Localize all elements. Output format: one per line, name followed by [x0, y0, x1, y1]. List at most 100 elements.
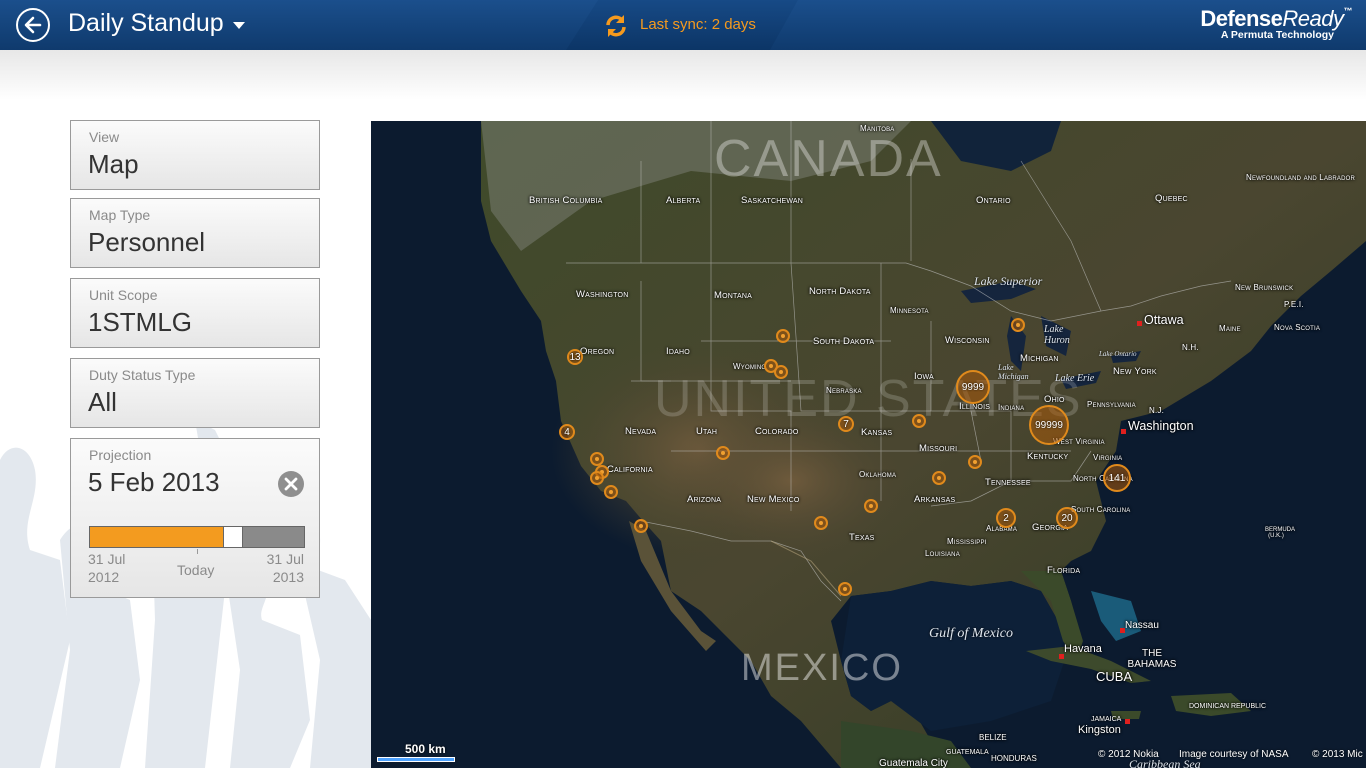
timeline-slider-handle[interactable] — [223, 527, 243, 547]
map-location-marker[interactable] — [634, 519, 648, 533]
map-label-maine: Maine — [1219, 324, 1241, 333]
map-location-marker[interactable] — [912, 414, 926, 428]
timeline-elapsed-fill — [90, 527, 223, 547]
map-label-honduras: HONDURAS — [991, 754, 1037, 763]
map-label-ottawa: Ottawa — [1144, 313, 1184, 327]
back-button[interactable] — [16, 8, 50, 42]
timeline-start-label: 31 Jul 2012 — [88, 550, 125, 586]
duty-status-type-selector[interactable]: Duty Status Type All — [70, 358, 320, 428]
map-label-nassau: Nassau — [1125, 620, 1159, 631]
brand-logo: DefenseReady™ A Permuta Technology — [1200, 6, 1352, 41]
map-cluster-marker[interactable]: 2 — [996, 508, 1016, 528]
map-cluster-marker[interactable]: 13 — [567, 349, 583, 365]
view-value: Map — [88, 149, 139, 179]
projection-timeline-slider[interactable] — [89, 526, 305, 548]
map-location-marker[interactable] — [968, 455, 982, 469]
projection-label: Projection — [89, 447, 152, 463]
map-label-havana: Havana — [1064, 643, 1102, 655]
map-label-nebraska: Nebraska — [826, 386, 862, 395]
map-location-marker[interactable] — [814, 516, 828, 530]
brand-subtitle: A Permuta Technology — [1220, 29, 1334, 41]
map-label-lake-michigan: Lake Michigan — [998, 363, 1029, 381]
duty-status-type-value: All — [88, 387, 117, 417]
timeline-today-label: Today — [177, 562, 215, 578]
map-label-florida: Florida — [1047, 565, 1081, 576]
map-location-marker[interactable] — [590, 452, 604, 466]
map-label-texas: Texas — [849, 532, 875, 543]
projection-date[interactable]: 5 Feb 2013 — [88, 467, 220, 498]
view-selector[interactable]: View Map — [70, 120, 320, 190]
map-label-nova-scotia: Nova Scotia — [1274, 323, 1321, 332]
map-label-minnesota: Minnesota — [890, 306, 929, 315]
map-label-jamaica: JAMAICA — [1091, 716, 1122, 723]
map-cluster-marker[interactable]: 20 — [1056, 507, 1078, 529]
map-label-washington: Washington — [576, 289, 629, 300]
map-cluster-marker[interactable]: 9999 — [956, 370, 990, 404]
chevron-down-icon[interactable] — [233, 22, 245, 29]
map-label-new-mexico: New Mexico — [747, 494, 800, 505]
map-label-south-carolina: South Carolina — [1071, 505, 1131, 514]
cluster-count: 2 — [1003, 512, 1009, 524]
map-label-gulf-of-mexico: Gulf of Mexico — [929, 626, 1013, 641]
last-sync-status: Last sync: 2 days — [640, 16, 756, 33]
map-label-wisconsin: Wisconsin — [945, 335, 990, 346]
map-label-tennessee: Tennessee — [985, 477, 1031, 488]
view-label: View — [89, 129, 120, 145]
scale-bar — [377, 757, 455, 762]
timeline-start-year: 2012 — [88, 569, 120, 585]
today-tick — [197, 549, 198, 554]
map-label-lake-erie: Lake Erie — [1055, 373, 1095, 384]
map-label-ohio: Ohio — [1044, 394, 1065, 405]
map-location-marker[interactable] — [774, 365, 788, 379]
map-cluster-marker[interactable]: 99999 — [1029, 405, 1069, 445]
map-label-bahamas: THE BAHAMAS — [1127, 648, 1177, 670]
map-label-pennsylvania: Pennsylvania — [1087, 400, 1136, 409]
city-marker-kingston — [1125, 719, 1130, 724]
map-type-selector[interactable]: Map Type Personnel — [70, 198, 320, 268]
personnel-map[interactable]: CANADA UNITED STATES MEXICO Manitoba Bri… — [371, 121, 1366, 768]
map-label-utah: Utah — [696, 426, 718, 437]
map-label-manitoba: Manitoba — [860, 124, 895, 133]
map-label-british-columbia: British Columbia — [529, 195, 603, 206]
cluster-count: 9999 — [961, 381, 985, 393]
map-type-value: Personnel — [88, 227, 206, 257]
map-label-mississippi: Mississippi — [947, 537, 987, 546]
map-location-marker[interactable] — [776, 329, 790, 343]
map-label-newfoundland: Newfoundland and Labrador — [1246, 173, 1356, 182]
page-title[interactable]: Daily Standup — [68, 9, 224, 38]
timeline-end-label: 31 Jul 2013 — [266, 550, 304, 586]
map-label-idaho: Idaho — [666, 346, 690, 357]
unit-scope-selector[interactable]: Unit Scope 1STMLG — [70, 278, 320, 348]
map-cluster-marker[interactable]: 141 — [1103, 464, 1131, 492]
brand-trademark: ™ — [1343, 6, 1353, 16]
map-location-marker[interactable] — [716, 446, 730, 460]
copyright-microsoft: © 2013 Mic — [1312, 749, 1363, 760]
brand-name-ready: Ready — [1282, 6, 1344, 31]
cluster-count: 99999 — [1035, 419, 1063, 431]
cluster-count: 141 — [1108, 472, 1126, 484]
map-location-marker[interactable] — [864, 499, 878, 513]
map-label-arizona: Arizona — [687, 494, 722, 505]
unit-scope-label: Unit Scope — [89, 287, 158, 303]
map-label-kingston: Kingston — [1078, 724, 1121, 736]
map-label-new-jersey: N.J. — [1149, 406, 1165, 415]
map-location-marker[interactable] — [1011, 318, 1025, 332]
map-label-lake-huron: Lake Huron — [1044, 324, 1070, 346]
city-marker-ottawa — [1137, 321, 1142, 326]
clear-projection-button[interactable] — [278, 471, 304, 497]
map-cluster-marker[interactable]: 7 — [838, 416, 854, 432]
map-location-marker[interactable] — [838, 582, 852, 596]
sync-icon[interactable] — [603, 13, 629, 39]
map-label-california: California — [607, 464, 653, 475]
map-label-new-brunswick: New Brunswick — [1235, 283, 1294, 292]
map-cluster-marker[interactable]: 4 — [559, 424, 575, 440]
map-label-lake-ontario: Lake Ontario — [1099, 350, 1137, 358]
map-location-marker[interactable] — [932, 471, 946, 485]
map-scale: 500 km — [377, 742, 455, 762]
map-label-south-dakota: South Dakota — [813, 336, 875, 347]
map-label-saskatchewan: Saskatchewan — [741, 195, 804, 206]
map-location-marker[interactable] — [604, 485, 618, 499]
map-label-lake-superior: Lake Superior — [974, 274, 1043, 288]
map-location-marker[interactable] — [590, 471, 604, 485]
map-label-nevada: Nevada — [625, 426, 657, 437]
